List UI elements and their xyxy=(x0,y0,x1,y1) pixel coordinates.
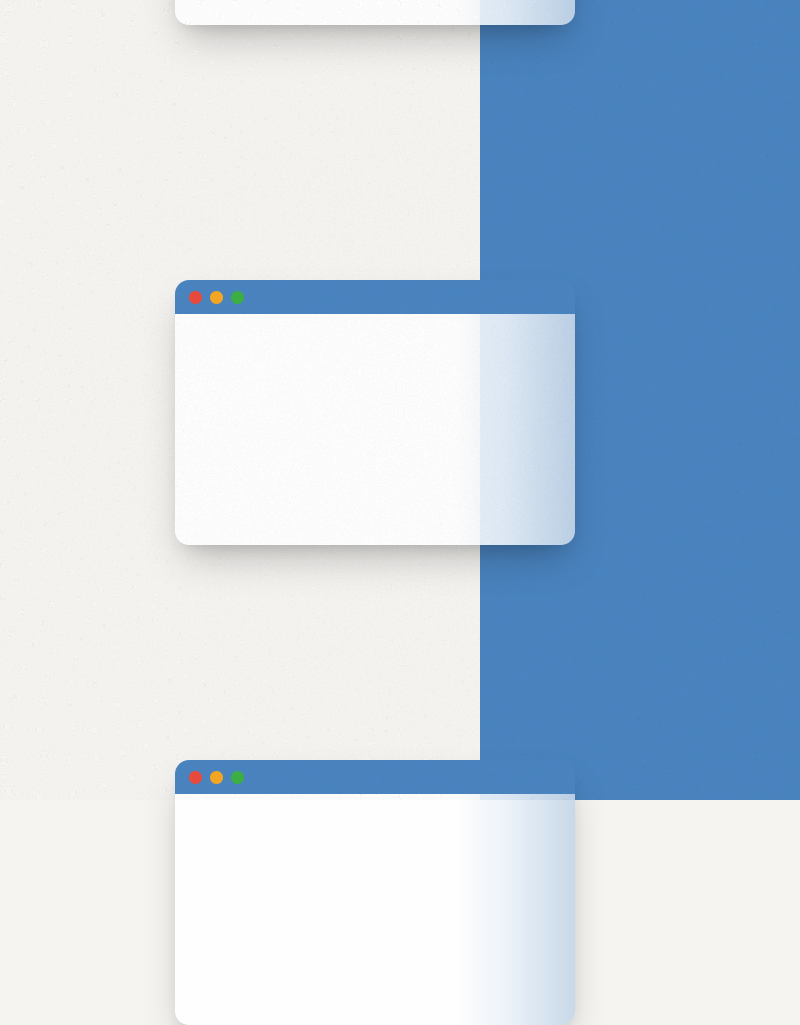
zoom-icon[interactable] xyxy=(231,291,244,304)
minimize-icon[interactable] xyxy=(210,291,223,304)
window-titlebar xyxy=(175,760,575,794)
content-gradient xyxy=(455,0,575,25)
browser-window xyxy=(175,280,575,545)
window-content xyxy=(175,314,575,545)
window-titlebar xyxy=(175,280,575,314)
zoom-icon[interactable] xyxy=(231,771,244,784)
close-icon[interactable] xyxy=(189,291,202,304)
window-content xyxy=(175,0,575,25)
browser-window xyxy=(175,0,575,25)
content-gradient xyxy=(455,314,575,545)
minimize-icon[interactable] xyxy=(210,771,223,784)
content-gradient xyxy=(455,794,575,1025)
window-content xyxy=(175,794,575,1025)
close-icon[interactable] xyxy=(189,771,202,784)
